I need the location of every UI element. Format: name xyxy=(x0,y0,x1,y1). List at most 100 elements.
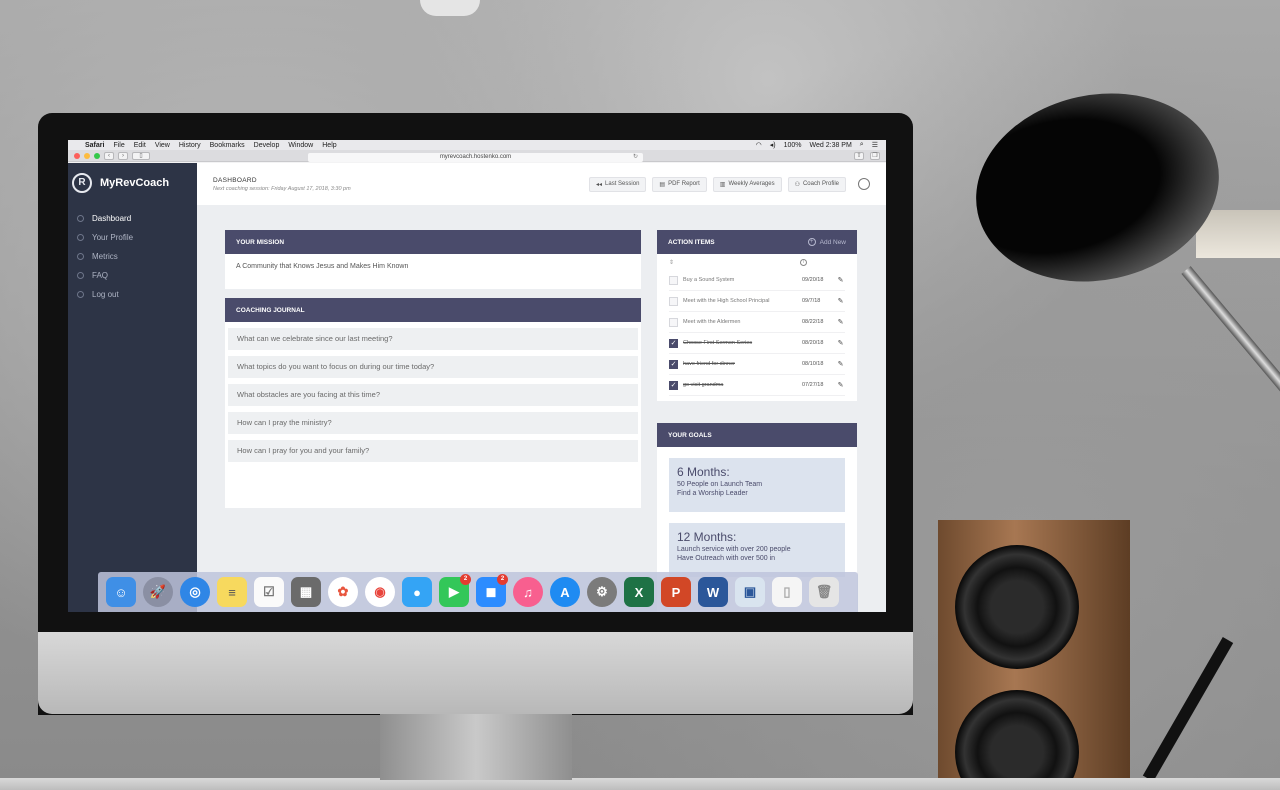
menu-develop[interactable]: Develop xyxy=(254,142,280,149)
mac-dock: ☺ 🚀 ◎ ≡ ☑ ▦ ✿ ◉ ● ▶ 2 ◼ 2 ♫ A ⚙ X P W ▣ ▯ … xyxy=(98,572,858,612)
share-icon[interactable]: ⇧ xyxy=(854,151,864,160)
pdf-report-button[interactable]: ▤ PDF Report xyxy=(652,176,707,192)
tabs-icon[interactable]: ❐ xyxy=(870,151,880,160)
topbar: DASHBOARD Next coaching session: Friday … xyxy=(197,163,886,205)
minimize-window-icon[interactable] xyxy=(84,152,90,159)
zoom-icon[interactable]: ◼ 2 xyxy=(476,574,508,607)
fullscreen-window-icon[interactable] xyxy=(94,152,100,159)
journal-question[interactable]: How can I pray the ministry? xyxy=(228,412,638,434)
menubar-status: ◠ ◂) 100% Wed 2:38 PM ⌕ ☰ xyxy=(756,141,878,149)
menu-history[interactable]: History xyxy=(179,142,201,149)
pencil-icon[interactable]: ✎ xyxy=(836,381,845,389)
chat-icon[interactable] xyxy=(858,178,870,190)
close-window-icon[interactable] xyxy=(74,152,80,159)
facetime-icon[interactable]: ▶ 2 xyxy=(439,574,471,607)
checkbox[interactable] xyxy=(669,296,678,306)
pencil-icon[interactable]: ✎ xyxy=(836,339,845,347)
brand-name: MyRevCoach xyxy=(100,177,170,189)
menu-bookmarks[interactable]: Bookmarks xyxy=(210,142,245,149)
action-item-date: 08/10/18 xyxy=(802,361,824,367)
journal-question[interactable]: What obstacles are you facing at this ti… xyxy=(228,384,638,406)
journal-question[interactable]: What topics do you want to focus on duri… xyxy=(228,356,638,378)
finder-icon[interactable]: ☺ xyxy=(106,577,136,607)
photos-icon[interactable]: ✿ xyxy=(328,577,358,607)
app-store-icon[interactable]: A xyxy=(550,577,580,607)
sidebar-item-faq[interactable]: FAQ xyxy=(68,266,197,285)
sidebar-item-logout[interactable]: Log out xyxy=(68,285,197,304)
excel-letter: X xyxy=(634,584,644,600)
brand[interactable]: R MyRevCoach xyxy=(68,173,197,193)
action-item-row[interactable]: ✓ Choose First Sermon Series 08/20/18 ✎ xyxy=(669,333,845,354)
menu-view[interactable]: View xyxy=(155,142,170,149)
music-icon[interactable]: ♫ xyxy=(513,577,543,607)
messages-icon[interactable]: ● xyxy=(402,577,432,607)
checkbox[interactable]: ✓ xyxy=(669,338,678,348)
trash-icon[interactable]: 🗑 xyxy=(809,577,839,607)
action-item-date: 08/20/18 xyxy=(802,340,824,346)
desk-surface xyxy=(0,778,1280,790)
clock[interactable]: Wed 2:38 PM xyxy=(810,142,852,149)
add-new-button[interactable]: + Add New xyxy=(807,238,846,246)
action-item-date: 09/7/18 xyxy=(802,298,821,304)
action-item-text: Meet with the High School Principal xyxy=(683,298,770,304)
action-item-row[interactable]: ✓ go visit grandma 07/27/18 ✎ xyxy=(669,375,845,396)
pencil-icon[interactable]: ✎ xyxy=(836,276,845,284)
sort-icon[interactable]: ⇕ xyxy=(669,259,674,266)
notes-icon[interactable]: ≡ xyxy=(217,577,247,607)
sidebar-item-metrics[interactable]: Metrics xyxy=(68,247,197,266)
journal-question[interactable]: How can I pray for you and your family? xyxy=(228,440,638,462)
word-icon[interactable]: W xyxy=(698,577,728,607)
menu-help[interactable]: Help xyxy=(322,142,336,149)
wifi-icon[interactable]: ◠ xyxy=(756,141,762,149)
address-bar[interactable]: myrevcoach.hostenko.com ↻ xyxy=(308,153,643,162)
menu-window[interactable]: Window xyxy=(288,142,313,149)
mission-text: A Community that Knows Jesus and Makes H… xyxy=(225,254,641,289)
coach-profile-button[interactable]: ⚇ Coach Profile xyxy=(787,176,846,192)
action-item-row[interactable]: Meet with the Aldermen 08/22/18 ✎ xyxy=(669,312,845,333)
launchpad-icon[interactable]: 🚀 xyxy=(143,577,173,607)
checkbox[interactable] xyxy=(669,317,678,327)
forward-button[interactable]: › xyxy=(118,151,128,160)
info-icon[interactable]: i xyxy=(800,258,807,266)
menu-edit[interactable]: Edit xyxy=(134,142,146,149)
menu-app-name[interactable]: Safari xyxy=(85,142,104,149)
sidebar-toggle-icon[interactable]: ▯ xyxy=(132,151,150,160)
action-item-row[interactable]: Meet with the High School Principal 09/7/… xyxy=(669,291,845,312)
document-file-icon[interactable]: ▯ xyxy=(772,577,802,607)
chart-icon xyxy=(77,253,84,260)
sidebar-item-dashboard[interactable]: Dashboard xyxy=(68,209,197,228)
calculator-icon[interactable]: ▦ xyxy=(291,577,321,607)
action-items-list: Buy a Sound System 09/20/18 ✎ Meet with the… xyxy=(657,270,857,396)
journal-heading: COACHING JOURNAL xyxy=(225,298,641,322)
pencil-icon[interactable]: ✎ xyxy=(836,297,845,305)
sidebar-item-profile[interactable]: Your Profile xyxy=(68,228,197,247)
reminders-icon[interactable]: ☑ xyxy=(254,577,284,607)
chrome-icon[interactable]: ◉ xyxy=(365,577,395,607)
excel-icon[interactable]: X xyxy=(624,577,654,607)
checkbox[interactable]: ✓ xyxy=(669,380,678,390)
pencil-icon[interactable]: ✎ xyxy=(836,318,845,326)
action-item-date: 09/20/18 xyxy=(802,277,824,283)
checkbox[interactable]: ✓ xyxy=(669,359,678,369)
pencil-icon[interactable]: ✎ xyxy=(836,360,845,368)
notification-icon[interactable]: ☰ xyxy=(872,141,878,149)
weekly-averages-button[interactable]: ▥ Weekly Averages xyxy=(712,176,782,192)
action-item-row[interactable]: ✓ have friend for dinner 08/10/18 ✎ xyxy=(669,354,845,375)
checkbox[interactable] xyxy=(669,275,678,285)
powerpoint-icon[interactable]: P xyxy=(661,577,691,607)
journal-question[interactable]: What can we celebrate since our last mee… xyxy=(228,328,638,350)
volume-icon[interactable]: ◂) xyxy=(770,141,776,149)
action-items-heading: ACTION ITEMS xyxy=(668,238,715,246)
action-items-header: ACTION ITEMS + Add New xyxy=(657,230,857,254)
system-preferences-icon[interactable]: ⚙ xyxy=(587,577,617,607)
action-item-row[interactable]: Buy a Sound System 09/20/18 ✎ xyxy=(669,270,845,291)
back-button[interactable]: ‹ xyxy=(104,151,114,160)
safari-icon[interactable]: ◎ xyxy=(180,577,210,607)
wall-shelf xyxy=(1196,210,1280,258)
spotlight-icon[interactable]: ⌕ xyxy=(860,141,864,149)
battery-percent[interactable]: 100% xyxy=(784,142,802,149)
reload-icon[interactable]: ↻ xyxy=(633,153,638,162)
menu-file[interactable]: File xyxy=(113,142,124,149)
last-session-button[interactable]: ◂◂ Last Session xyxy=(589,176,647,192)
preview-icon[interactable]: ▣ xyxy=(735,577,765,607)
